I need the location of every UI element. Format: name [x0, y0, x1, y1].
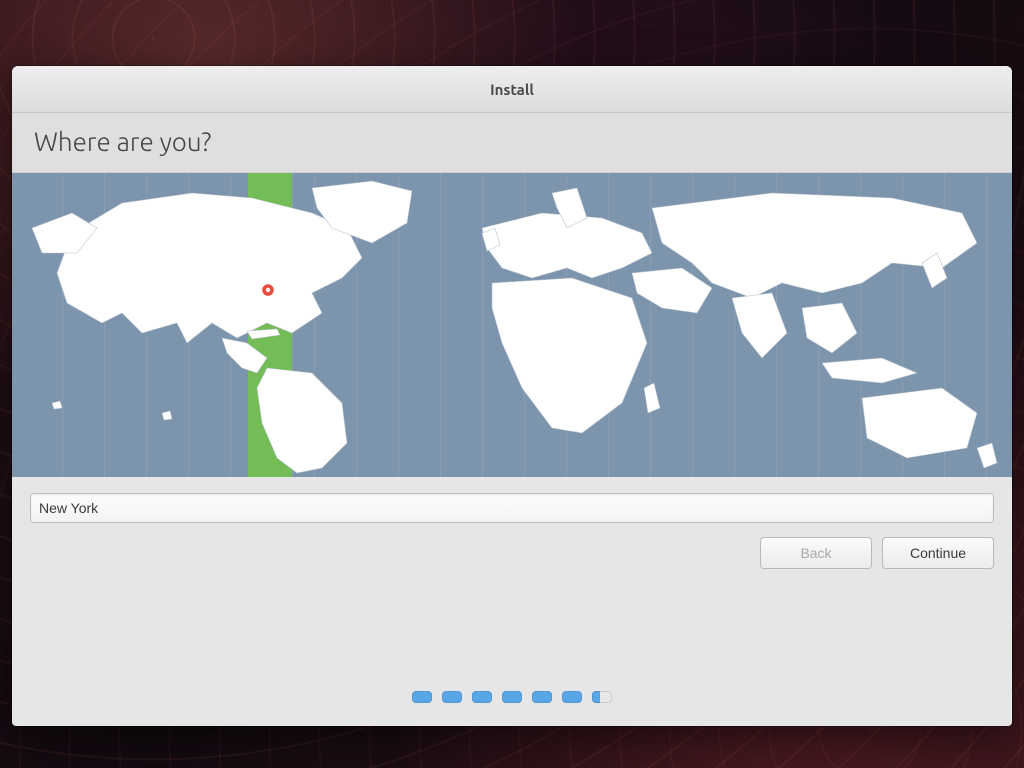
selected-timezone-band	[248, 173, 292, 477]
window-content: Where are you?	[12, 113, 1012, 726]
progress-dot	[412, 691, 432, 703]
location-pin-icon	[260, 282, 276, 298]
progress-dot	[592, 691, 612, 703]
world-landmasses	[12, 173, 1012, 477]
content-spacer	[12, 581, 1012, 668]
page-heading-strip: Where are you?	[12, 113, 1012, 173]
window-title: Install	[490, 81, 534, 98]
nav-button-row: Back Continue	[30, 537, 994, 569]
back-button[interactable]: Back	[760, 537, 872, 569]
timezone-map[interactable]	[12, 173, 1012, 477]
progress-dot	[502, 691, 522, 703]
progress-dot	[532, 691, 552, 703]
progress-dot	[562, 691, 582, 703]
location-input[interactable]	[30, 493, 994, 523]
timezone-gridlines	[12, 173, 1012, 477]
continue-button[interactable]: Continue	[882, 537, 994, 569]
window-titlebar[interactable]: Install	[12, 66, 1012, 113]
location-form: Back Continue	[12, 477, 1012, 581]
progress-dot	[472, 691, 492, 703]
installer-window: Install Where are you?	[12, 66, 1012, 726]
progress-dot	[442, 691, 462, 703]
progress-indicator	[12, 668, 1012, 726]
page-title: Where are you?	[34, 127, 990, 156]
